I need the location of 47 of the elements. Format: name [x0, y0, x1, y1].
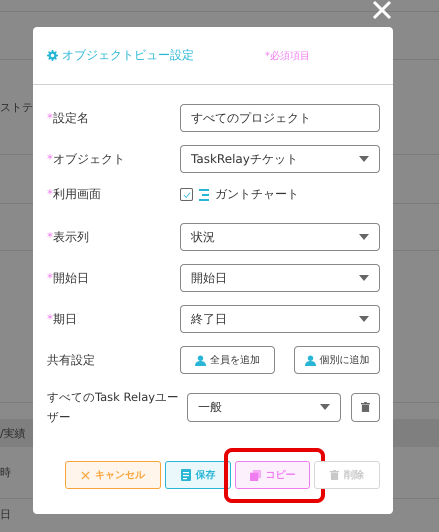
field-label: 期日	[53, 312, 77, 326]
trash-icon	[330, 470, 339, 480]
option-label: ガントチャート	[215, 186, 299, 203]
background-text: 日	[0, 507, 12, 522]
field-label: オブジェクト	[53, 152, 125, 166]
person-icon	[304, 354, 316, 366]
add-user-button[interactable]: 個別に追加	[294, 346, 380, 374]
required-mark: *	[47, 230, 53, 244]
caret-icon	[320, 404, 330, 410]
select-field[interactable]: TaskRelayチケット	[180, 145, 380, 173]
background-text: ストテ	[0, 100, 33, 114]
gantt-icon	[199, 188, 209, 200]
required-mark: *	[47, 152, 53, 166]
close-icon	[81, 470, 90, 480]
field-label: すべてのTask Relayユーザー	[47, 390, 180, 424]
select-field[interactable]: 終了日	[180, 305, 380, 333]
check-icon	[182, 190, 190, 198]
required-mark: *	[47, 110, 53, 124]
caret-icon	[359, 234, 369, 240]
select-field[interactable]: 一般	[187, 392, 341, 422]
background-text: /実績	[0, 426, 27, 440]
field-label: 開始日	[53, 270, 89, 284]
copy-icon	[250, 470, 260, 480]
delete-button[interactable]	[351, 392, 380, 422]
dialog-title: オブジェクトビュー設定	[62, 47, 194, 64]
trash-icon	[361, 402, 370, 412]
field-label: 利用画面	[53, 187, 101, 201]
required-mark: *	[47, 312, 53, 326]
select-field[interactable]: 状況	[180, 223, 380, 251]
document-icon	[180, 469, 190, 481]
name-field[interactable]: すべてのプロジェクト	[180, 104, 380, 132]
add-user-button[interactable]: 全員を追加	[180, 346, 275, 374]
caret-icon	[359, 316, 369, 322]
required-mark: *	[47, 187, 53, 201]
background-text: 時	[0, 465, 12, 480]
field-label: 表示列	[53, 230, 89, 244]
caret-icon	[359, 156, 369, 162]
field-label: 共有設定	[47, 352, 95, 366]
checkbox[interactable]	[180, 188, 193, 201]
required-mark: *	[47, 270, 53, 284]
required-note: *必須項目	[265, 50, 310, 62]
gear-icon	[47, 50, 58, 61]
caret-icon	[359, 275, 369, 281]
person-icon	[195, 354, 206, 366]
close-icon[interactable]	[372, 0, 392, 20]
field-label: 設定名	[53, 110, 89, 124]
select-field[interactable]: 開始日	[180, 264, 380, 292]
